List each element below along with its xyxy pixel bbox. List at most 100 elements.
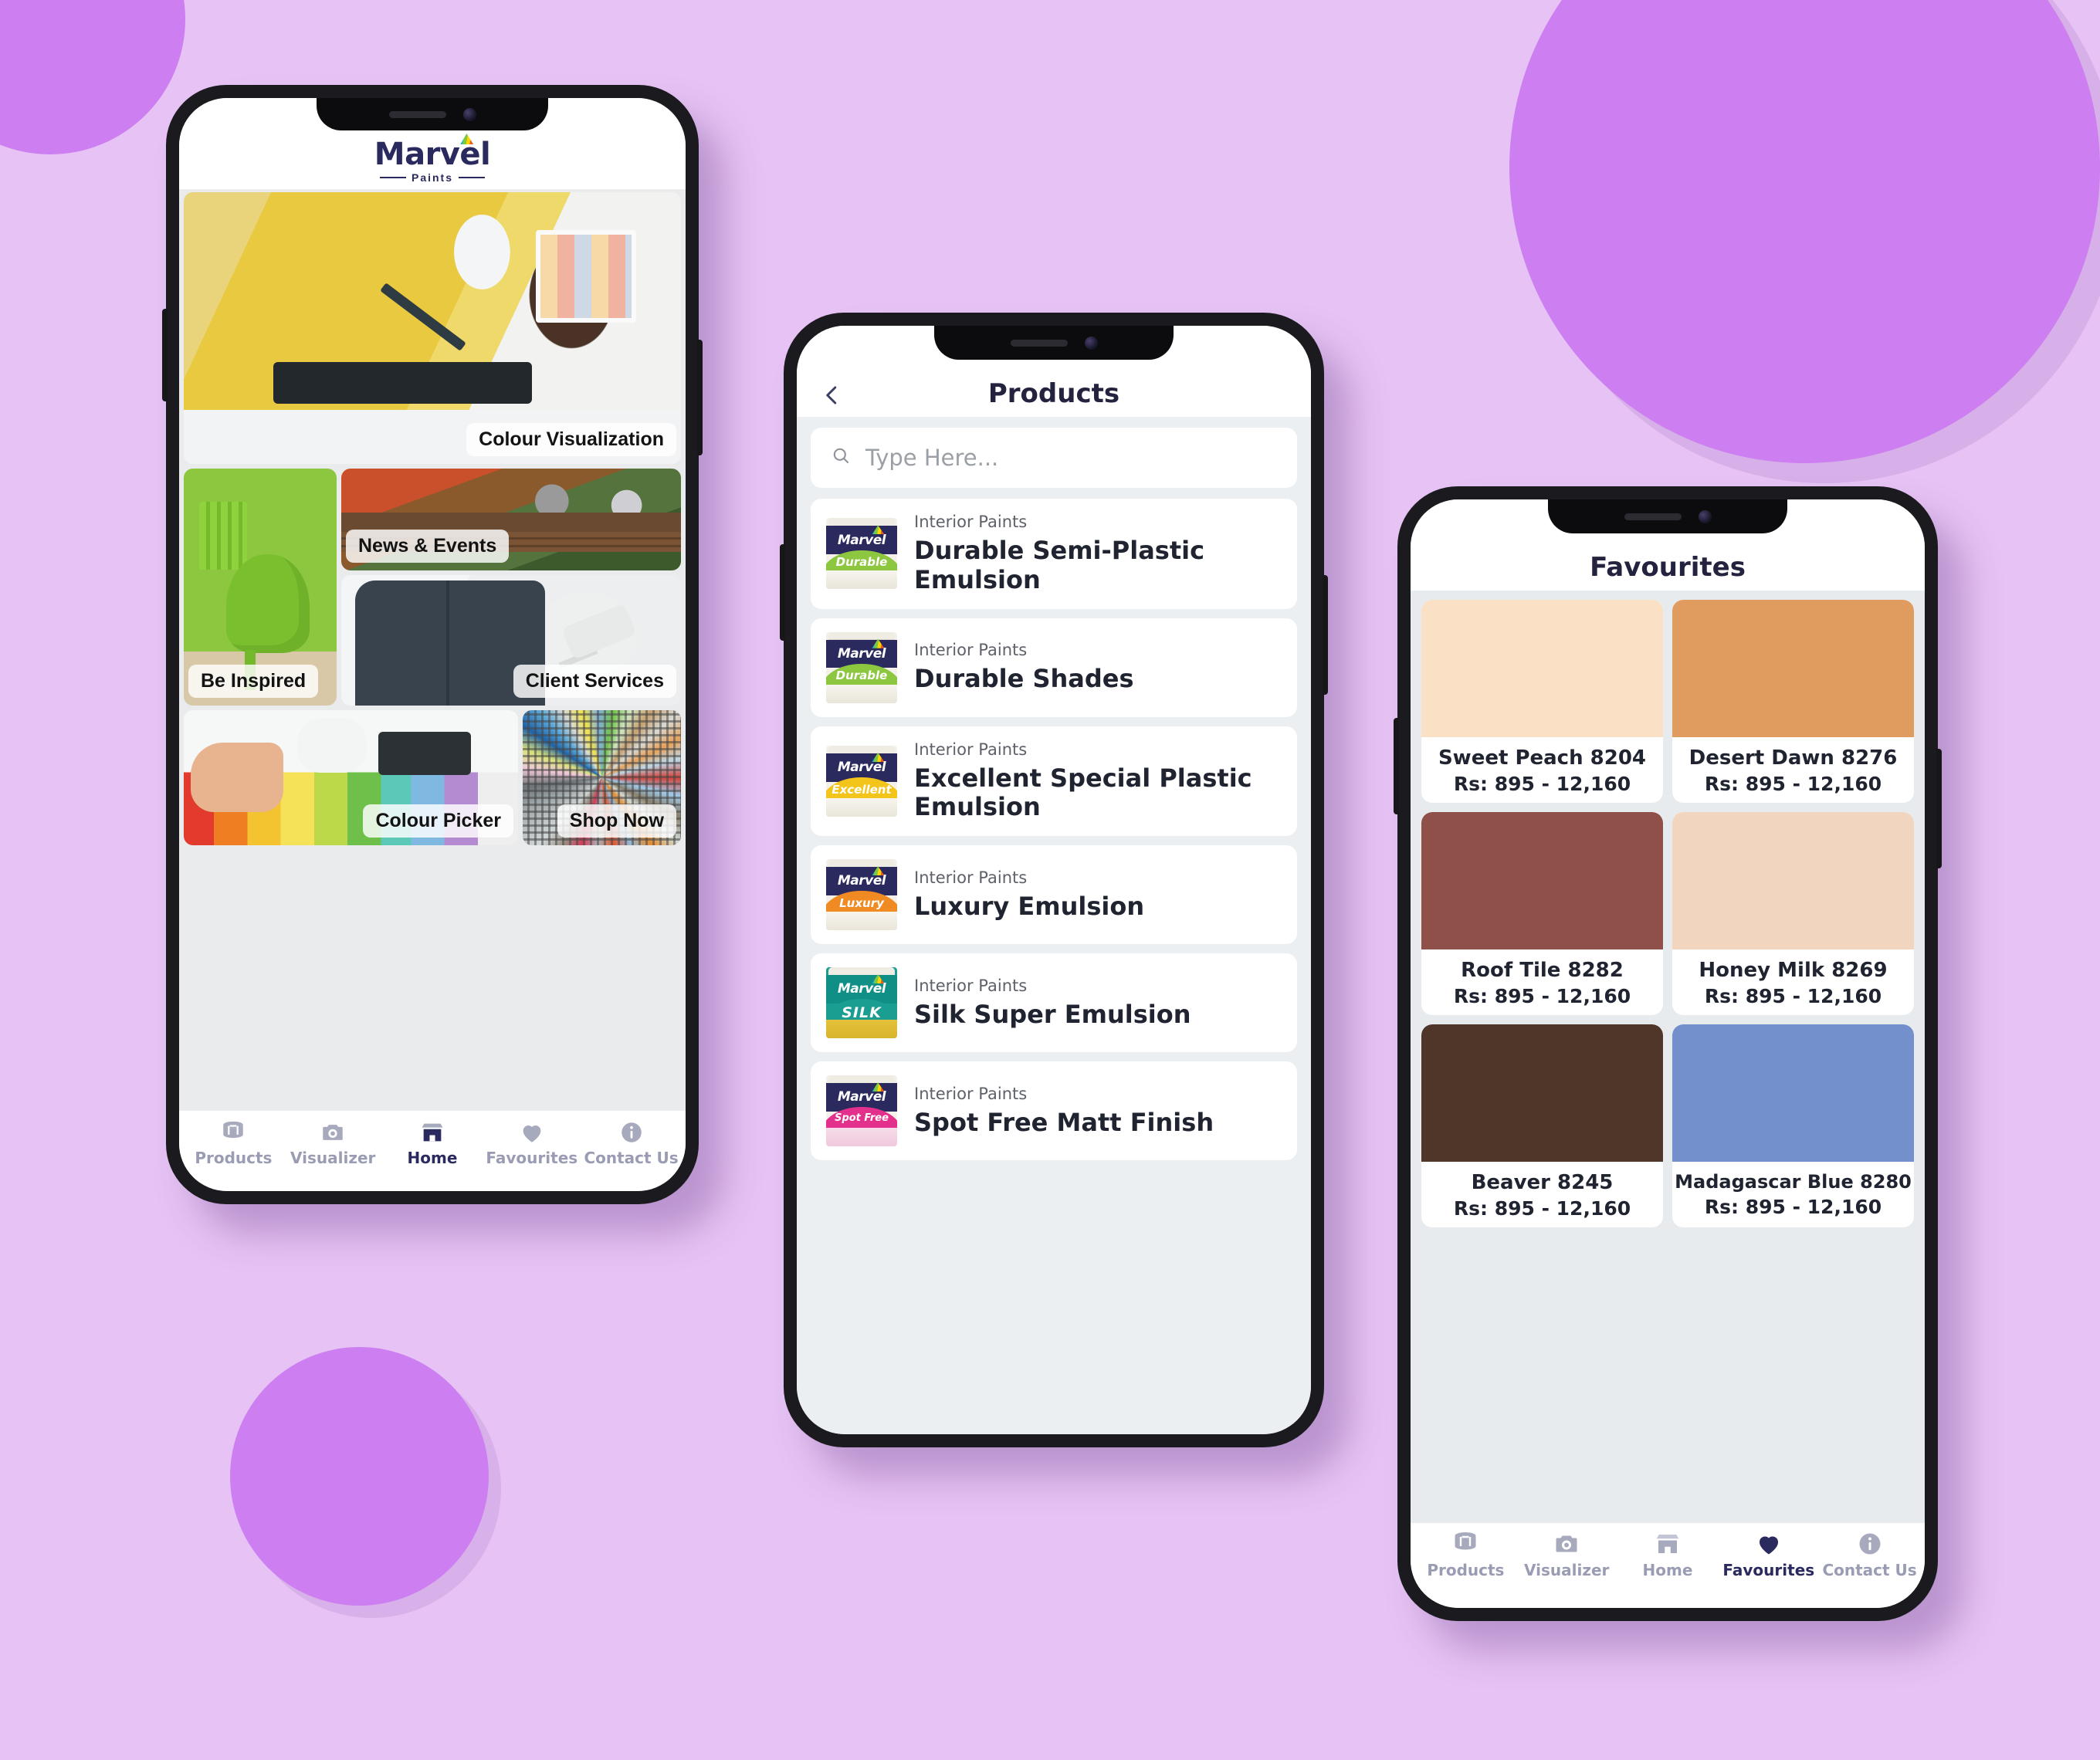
- tile-be-inspired[interactable]: Be Inspired: [184, 469, 337, 706]
- decorative-circle-top-left: [0, 0, 185, 154]
- laptop-image: [378, 732, 472, 775]
- product-category: Interior Paints: [914, 976, 1028, 995]
- product-list-item[interactable]: Marvel Excellent Interior Paints Excelle…: [811, 726, 1297, 836]
- colour-name: Honey Milk 8269: [1699, 959, 1888, 982]
- colour-swatch: [1672, 812, 1914, 949]
- favourite-colour-card[interactable]: Honey Milk 8269 Rs: 895 - 12,160: [1672, 812, 1914, 1015]
- volume-button[interactable]: [1394, 718, 1399, 814]
- decorative-circle-bottom-left: [230, 1347, 489, 1606]
- product-list-item[interactable]: Marvel Durable Interior Paints Durable S…: [811, 618, 1297, 717]
- colour-swatch: [1672, 600, 1914, 737]
- nav-label-products: Products: [1427, 1561, 1505, 1579]
- green-chair-image: [226, 553, 310, 690]
- home-tile-row-bottom: Colour Picker Shop Now: [184, 710, 681, 845]
- volume-button[interactable]: [780, 544, 785, 641]
- notch: [1548, 499, 1787, 533]
- decorative-circle-top-right: [1509, 0, 2100, 463]
- colour-swatch: [1421, 600, 1663, 737]
- tile-label-news-events: News & Events: [346, 530, 510, 563]
- paint-swatch-card-image: [536, 230, 637, 323]
- product-list-item[interactable]: Marvel Spot Free Interior Paints Spot Fr…: [811, 1061, 1297, 1160]
- stylus-pen-image: [379, 283, 466, 351]
- nav-item-home[interactable]: Home: [1617, 1532, 1719, 1579]
- earpiece-speaker: [1624, 513, 1682, 520]
- favourites-grid: Sweet Peach 8204 Rs: 895 - 12,160 Desert…: [1421, 600, 1914, 1227]
- colour-price: Rs: 895 - 12,160: [1453, 773, 1631, 795]
- product-list-item[interactable]: Marvel Luxury Interior Paints Luxury Emu…: [811, 845, 1297, 944]
- favourite-colour-card[interactable]: Desert Dawn 8276 Rs: 895 - 12,160: [1672, 600, 1914, 803]
- home-tile-column-right: News & Events Client Services: [341, 469, 681, 706]
- nav-item-contact-us[interactable]: Contact Us: [1819, 1532, 1920, 1579]
- colour-price: Rs: 895 - 12,160: [1704, 773, 1882, 795]
- heart-icon: [519, 1119, 545, 1146]
- chevron-left-icon[interactable]: [817, 380, 848, 411]
- nav-label-favourites: Favourites: [1722, 1561, 1815, 1579]
- tile-label-colour-picker: Colour Picker: [363, 804, 513, 838]
- product-category: Interior Paints: [914, 740, 1028, 759]
- earpiece-speaker: [388, 110, 446, 118]
- tile-label-shop-now: Shop Now: [557, 804, 676, 838]
- logo-rule-right: [459, 177, 485, 178]
- favourite-colour-card[interactable]: Beaver 8245 Rs: 895 - 12,160: [1421, 1024, 1663, 1227]
- volume-button[interactable]: [162, 309, 168, 401]
- favourite-colour-card[interactable]: Roof Tile 8282 Rs: 895 - 12,160: [1421, 812, 1663, 1015]
- tile-label-be-inspired: Be Inspired: [188, 665, 319, 698]
- nav-label-home: Home: [1642, 1561, 1693, 1579]
- nav-label-contact-us: Contact Us: [1822, 1561, 1917, 1579]
- front-camera: [1698, 509, 1712, 523]
- colour-name: Desert Dawn 8276: [1688, 746, 1898, 770]
- tile-label-colour-visualization: Colour Visualization: [466, 423, 676, 456]
- tile-client-services[interactable]: Client Services: [341, 575, 681, 706]
- search-input[interactable]: Type Here...: [811, 428, 1297, 488]
- nav-item-contact-us[interactable]: Contact Us: [581, 1119, 681, 1167]
- products-body: Type Here... Marvel Durable Interior Pai…: [797, 417, 1311, 1434]
- tile-news-events[interactable]: News & Events: [341, 469, 681, 570]
- colour-name: Beaver 8245: [1471, 1171, 1614, 1194]
- paint-can-image: Marvel Spot Free: [826, 1075, 897, 1146]
- camera-icon: [320, 1119, 346, 1146]
- info-icon: [618, 1119, 645, 1146]
- product-category: Interior Paints: [914, 641, 1028, 660]
- colour-price: Rs: 895 - 12,160: [1453, 985, 1631, 1007]
- camera-icon: [1553, 1532, 1580, 1558]
- search-placeholder: Type Here...: [865, 445, 999, 471]
- products-screen: Products Type Here... Marvel Durable Int: [797, 326, 1311, 1434]
- notch: [934, 326, 1174, 360]
- colour-swatch: [1672, 1024, 1914, 1162]
- tile-label-client-services: Client Services: [513, 665, 676, 698]
- power-button[interactable]: [1323, 575, 1328, 695]
- nav-item-favourites[interactable]: Favourites: [482, 1119, 581, 1167]
- product-name: Silk Super Emulsion: [914, 999, 1191, 1029]
- colour-swatch: [1421, 812, 1663, 949]
- bottom-navigation-home: Products Visualizer Home Favourites Cont…: [179, 1111, 686, 1191]
- nav-item-visualizer[interactable]: Visualizer: [1516, 1532, 1617, 1579]
- favourite-colour-card[interactable]: Sweet Peach 8204 Rs: 895 - 12,160: [1421, 600, 1663, 803]
- nav-item-home[interactable]: Home: [383, 1119, 483, 1167]
- phone-products-screen: Products Type Here... Marvel Durable Int: [780, 313, 1328, 1447]
- notch: [317, 98, 548, 130]
- tile-colour-visualization[interactable]: Colour Visualization: [184, 192, 681, 464]
- product-list-item[interactable]: Marvel SILK Interior Paints Silk Super E…: [811, 953, 1297, 1052]
- product-category: Interior Paints: [914, 868, 1028, 887]
- power-button[interactable]: [1936, 749, 1942, 868]
- product-name: Durable Shades: [914, 664, 1134, 694]
- product-list-item[interactable]: Marvel Durable Interior Paints Durable S…: [811, 499, 1297, 609]
- nav-item-products[interactable]: Products: [184, 1119, 283, 1167]
- wall-stripes-image: [198, 501, 247, 570]
- colour-name: Sweet Peach 8204: [1438, 746, 1647, 770]
- power-button[interactable]: [697, 340, 703, 455]
- nav-item-products[interactable]: Products: [1415, 1532, 1516, 1579]
- nav-item-visualizer[interactable]: Visualizer: [283, 1119, 383, 1167]
- logo-tagline: Paints: [411, 171, 453, 184]
- tile-colour-picker[interactable]: Colour Picker: [184, 710, 518, 845]
- nav-item-favourites[interactable]: Favourites: [1718, 1532, 1819, 1579]
- tile-shop-now[interactable]: Shop Now: [523, 710, 681, 845]
- product-category: Interior Paints: [914, 513, 1028, 531]
- paint-can-image: Marvel Durable: [826, 518, 897, 590]
- colour-price: Rs: 895 - 12,160: [1453, 1197, 1631, 1220]
- nav-label-home: Home: [407, 1149, 458, 1167]
- phone-favourites-screen: Favourites Sweet Peach 8204 Rs: 895 - 12…: [1394, 486, 1942, 1621]
- colour-name: Madagascar Blue 8280: [1675, 1171, 1912, 1193]
- page-title: Products: [987, 378, 1120, 409]
- favourite-colour-card[interactable]: Madagascar Blue 8280 Rs: 895 - 12,160: [1672, 1024, 1914, 1227]
